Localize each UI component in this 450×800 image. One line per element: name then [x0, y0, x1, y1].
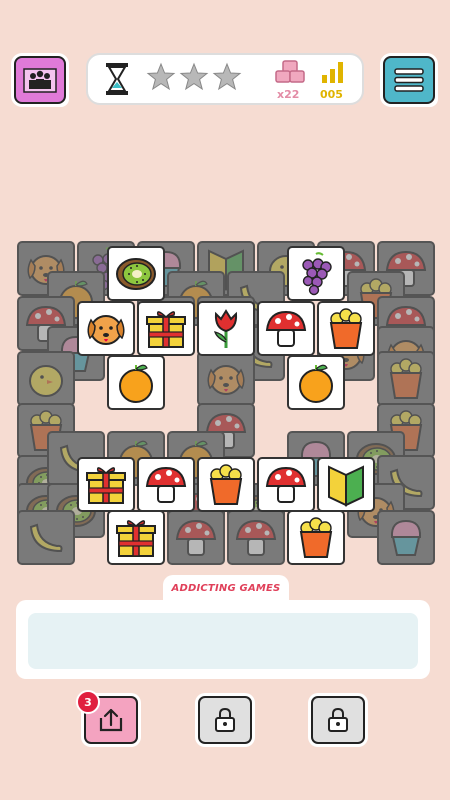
- popcorn-icon: [209, 463, 243, 505]
- tile-popcorn[interactable]: [287, 510, 345, 565]
- tile-mushroom: [167, 510, 225, 565]
- gift-icon: [146, 310, 186, 348]
- dog-icon: [87, 314, 125, 345]
- brand-label: ADDICTING GAMES: [163, 575, 289, 601]
- tile-orange[interactable]: [287, 355, 345, 410]
- tile-mushroom[interactable]: [137, 457, 195, 512]
- tile-popcorn[interactable]: [197, 457, 255, 512]
- tile-grapes[interactable]: [287, 246, 345, 301]
- tile-banana: [17, 510, 75, 565]
- lock-icon: [215, 707, 235, 732]
- gift-icon: [116, 519, 156, 557]
- tile-board: [0, 0, 450, 800]
- popcorn-icon: [329, 307, 363, 349]
- tile-cupcake: [377, 510, 435, 565]
- tile-mushroom[interactable]: [257, 457, 315, 512]
- tile-dog[interactable]: [77, 301, 135, 356]
- mushroom-icon: [145, 466, 187, 503]
- beginner-leaf-icon: [328, 464, 364, 507]
- tile-tray-slots: [28, 613, 418, 669]
- tile-gift[interactable]: [107, 510, 165, 565]
- mushroom-icon: [175, 519, 217, 556]
- gift-icon: [86, 466, 126, 504]
- mushroom-icon: [265, 466, 307, 503]
- banana-icon: [29, 523, 63, 552]
- locked-powerup-button-1[interactable]: [198, 696, 252, 744]
- tile-chick: [17, 351, 75, 406]
- tile-mushroom[interactable]: [257, 301, 315, 356]
- tile-dog: [197, 351, 255, 406]
- tile-kiwi[interactable]: [107, 246, 165, 301]
- chick-icon: [29, 364, 63, 397]
- dog-icon: [207, 364, 245, 395]
- locked-powerup-button-2[interactable]: [311, 696, 365, 744]
- mushroom-icon: [235, 519, 277, 556]
- mushroom-icon: [265, 310, 307, 347]
- tile-beginner-leaf[interactable]: [317, 457, 375, 512]
- tile-orange[interactable]: [107, 355, 165, 410]
- orange-icon: [119, 364, 153, 403]
- popcorn-icon: [299, 516, 333, 558]
- cupcake-icon: [390, 519, 422, 556]
- undo-icon: [99, 708, 123, 732]
- tile-gift[interactable]: [137, 301, 195, 356]
- tile-mushroom: [227, 510, 285, 565]
- kiwi-icon: [116, 257, 156, 290]
- tile-popcorn: [377, 351, 435, 406]
- orange-icon: [299, 364, 333, 403]
- tulip-icon: [214, 308, 238, 348]
- grapes-icon: [302, 251, 332, 295]
- tile-gift[interactable]: [77, 457, 135, 512]
- popcorn-icon: [389, 357, 423, 399]
- tile-popcorn[interactable]: [317, 301, 375, 356]
- tile-tulip[interactable]: [197, 301, 255, 356]
- lock-icon: [328, 707, 348, 732]
- undo-count-badge: 3: [76, 690, 100, 714]
